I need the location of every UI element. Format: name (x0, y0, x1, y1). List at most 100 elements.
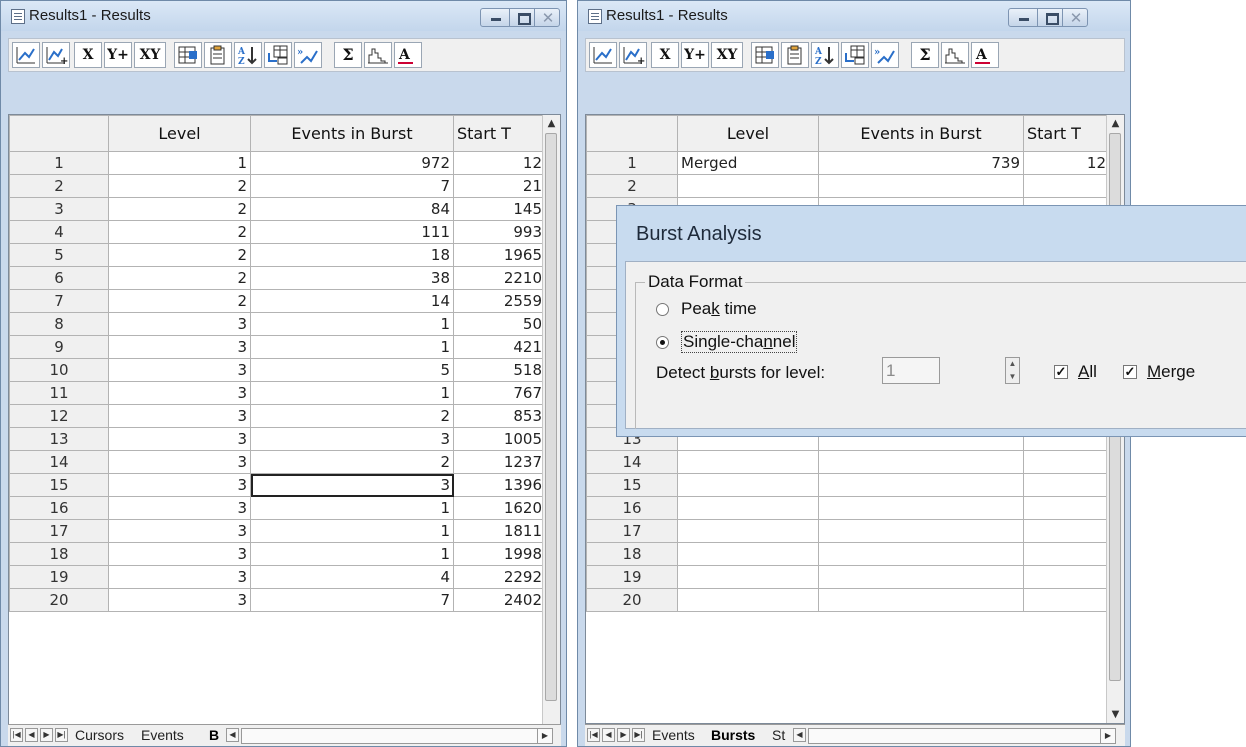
row-header[interactable]: 14 (9, 450, 109, 474)
cell-events-in-burst[interactable]: 7 (250, 588, 454, 612)
row-header[interactable]: 7 (9, 289, 109, 313)
line-plot-button[interactable] (12, 42, 40, 68)
empty-cell[interactable] (677, 519, 819, 543)
left-close-button[interactable]: ✕ (534, 8, 560, 27)
left-vertical-scrollbar[interactable]: ▲ ▼ (542, 115, 560, 740)
empty-cell[interactable] (818, 565, 1024, 589)
row-header[interactable]: 3 (9, 197, 109, 221)
merge-checkbox[interactable]: ✓ Merge (1123, 362, 1195, 382)
level-spinner[interactable]: ▲ ▼ (1005, 357, 1020, 384)
set-xy-button[interactable]: XY (134, 42, 166, 68)
column-header-start-time[interactable]: Start T (453, 115, 546, 152)
cell-start-time[interactable]: 2210 (453, 266, 546, 290)
right-minimize-button[interactable] (1008, 8, 1038, 27)
row-header[interactable]: 9 (9, 335, 109, 359)
column-header-start-time[interactable]: Start T (1023, 115, 1110, 152)
cell-start-time[interactable]: 12 (1023, 151, 1110, 175)
left-maximize-button[interactable] (509, 8, 535, 27)
tab-bursts[interactable]: B (209, 727, 219, 743)
set-y-plus-button[interactable]: Y+ (104, 42, 132, 68)
cell-events-in-burst[interactable]: 739 (818, 151, 1024, 175)
cell-start-time[interactable]: 2292 (453, 565, 546, 589)
spin-up-icon[interactable]: ▲ (1006, 358, 1019, 370)
merge-table-button[interactable] (264, 42, 292, 68)
cell-events-in-burst[interactable]: 2 (250, 404, 454, 428)
font-button[interactable]: A (394, 42, 422, 68)
cell-events-in-burst[interactable]: 14 (250, 289, 454, 313)
cell-events-in-burst[interactable]: 1 (250, 312, 454, 336)
cell-start-time[interactable]: 853 (453, 404, 546, 428)
corner-cell[interactable] (586, 115, 678, 152)
row-header[interactable]: 11 (9, 381, 109, 405)
right-horizontal-scrollbar[interactable]: ▶ (808, 728, 1116, 744)
row-header[interactable]: 10 (9, 358, 109, 382)
radio-button-selected[interactable] (656, 335, 669, 349)
last-sheet-button[interactable]: ▶| (55, 728, 68, 742)
set-xy-button[interactable]: XY (711, 42, 743, 68)
empty-cell[interactable] (677, 588, 819, 612)
all-checkbox[interactable]: ✓ All (1054, 362, 1097, 382)
row-header[interactable]: 17 (9, 519, 109, 543)
left-horizontal-scrollbar[interactable]: ▶ (241, 728, 553, 744)
cell-events-in-burst[interactable]: 5 (250, 358, 454, 382)
row-header[interactable]: 1 (9, 151, 109, 175)
corner-cell[interactable] (9, 115, 109, 152)
spin-down-icon[interactable]: ▼ (1006, 371, 1019, 383)
set-x-button[interactable]: X (74, 42, 102, 68)
empty-cell[interactable] (818, 519, 1024, 543)
cell-start-time[interactable]: 2402 (453, 588, 546, 612)
next-sheet-button[interactable]: ▶ (617, 728, 630, 742)
cell-start-time[interactable]: 12 (453, 151, 546, 175)
first-sheet-button[interactable]: |◀ (10, 728, 23, 742)
empty-cell[interactable] (818, 542, 1024, 566)
row-header[interactable]: 8 (9, 312, 109, 336)
cell-start-time[interactable]: 518 (453, 358, 546, 382)
cell-level[interactable]: 3 (108, 404, 251, 428)
column-header-level[interactable]: Level (108, 115, 251, 152)
empty-cell[interactable] (818, 450, 1024, 474)
cell-level[interactable]: 2 (108, 243, 251, 267)
tab-statistics[interactable]: St (772, 727, 785, 743)
cell-level[interactable]: 2 (108, 266, 251, 290)
row-header[interactable]: 20 (586, 588, 678, 612)
cell-events-in-burst[interactable]: 7 (250, 174, 454, 198)
tab-events[interactable]: Events (652, 727, 695, 743)
row-header[interactable]: 18 (586, 542, 678, 566)
add-line-plot-button[interactable]: + (619, 42, 647, 68)
cell-events-in-burst[interactable]: 18 (250, 243, 454, 267)
cell-level[interactable]: 3 (108, 335, 251, 359)
cell-events-in-burst[interactable]: 84 (250, 197, 454, 221)
cell-level[interactable]: 3 (108, 496, 251, 520)
empty-cell[interactable] (818, 496, 1024, 520)
cell-events-in-burst[interactable]: 3 (250, 427, 454, 451)
empty-cell[interactable] (677, 450, 819, 474)
cell-start-time[interactable]: 2559 (453, 289, 546, 313)
scroll-right-arrow[interactable]: ▶ (1100, 729, 1115, 743)
cell-start-time[interactable]: 1396 (453, 473, 546, 497)
empty-cell[interactable] (818, 473, 1024, 497)
row-header[interactable]: 18 (9, 542, 109, 566)
column-header-events-in-burst[interactable]: Events in Burst (818, 115, 1024, 152)
column-header-events-in-burst[interactable]: Events in Burst (250, 115, 454, 152)
empty-cell[interactable] (677, 473, 819, 497)
row-header[interactable]: 14 (586, 450, 678, 474)
cell-start-time[interactable]: 1998 (453, 542, 546, 566)
row-header[interactable]: 16 (9, 496, 109, 520)
tab-bursts[interactable]: Bursts (711, 727, 755, 743)
empty-cell[interactable] (1023, 496, 1110, 520)
merge-table-button[interactable] (841, 42, 869, 68)
row-header[interactable]: 15 (9, 473, 109, 497)
cell-level[interactable]: 2 (108, 174, 251, 198)
scroll-right-arrow[interactable]: ▶ (537, 729, 552, 743)
row-header[interactable]: 1 (586, 151, 678, 175)
statistics-button[interactable]: Σ (911, 42, 939, 68)
cell-events-in-burst[interactable]: 3 (250, 473, 454, 497)
cell-start-time[interactable]: 1005 (453, 427, 546, 451)
next-sheet-button[interactable]: ▶ (40, 728, 53, 742)
histogram-button[interactable] (364, 42, 392, 68)
cell-level[interactable]: 3 (108, 565, 251, 589)
scroll-down-arrow[interactable]: ▼ (1107, 706, 1124, 723)
font-button[interactable]: A (971, 42, 999, 68)
cell-level[interactable]: 3 (108, 427, 251, 451)
cell-start-time[interactable]: 50 (453, 312, 546, 336)
